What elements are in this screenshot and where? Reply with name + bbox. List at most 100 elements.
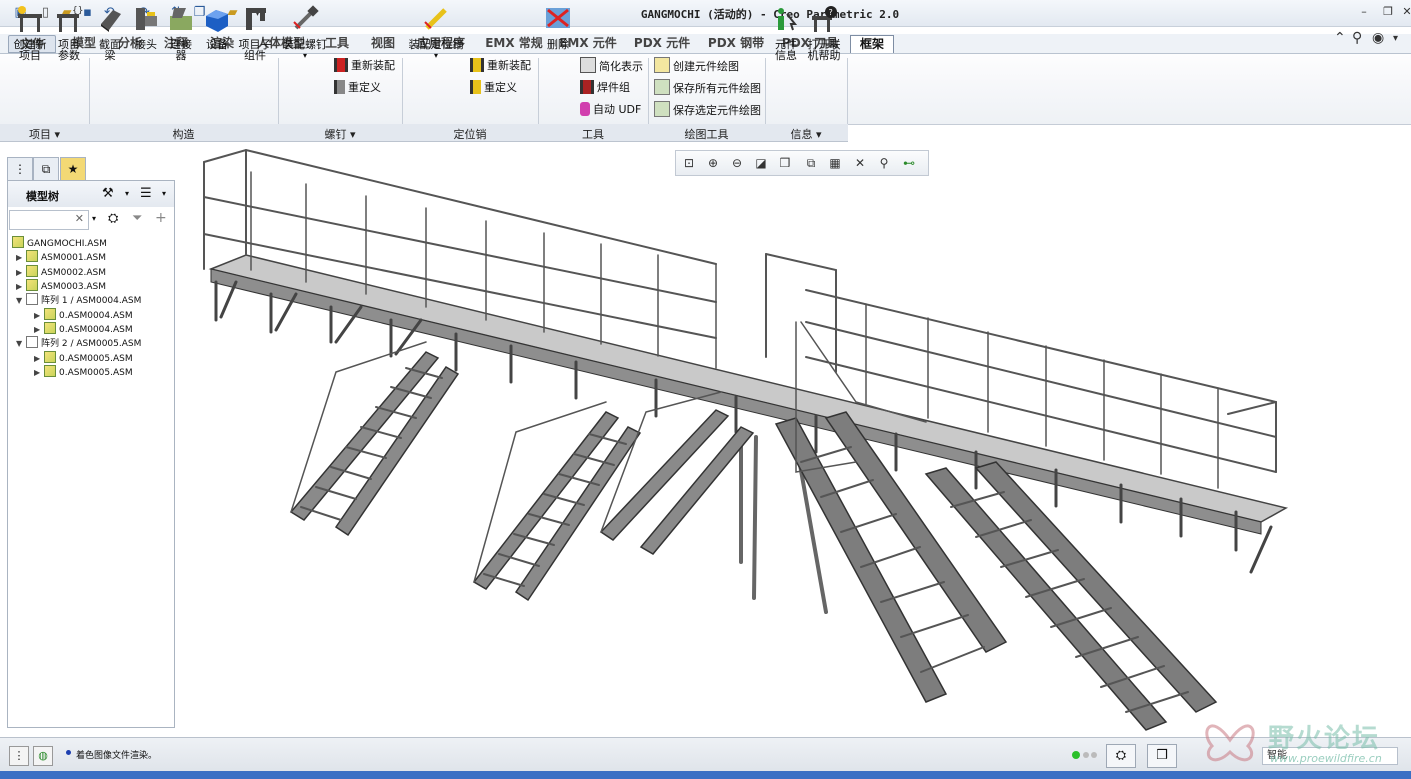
tab-pdx-component[interactable]: PDX 元件 [631,35,693,52]
tab-pdx-strip[interactable]: PDX 钢带 [705,35,767,52]
connector-button[interactable]: 连接 器 [164,4,198,61]
online-help-button[interactable]: ? 打开联 机帮助 [804,4,844,61]
settings-icon[interactable]: ⚒ [102,186,114,201]
group-screws[interactable]: 螺钉 ▾ [278,126,402,142]
assemble-screw-label: 装配螺钉 [283,38,327,51]
reassemble-screw-button[interactable]: 重新装配 [334,57,395,75]
favorites-tab-icon[interactable]: ★ [60,157,86,182]
joint-icon [136,8,157,30]
selection-box-icon[interactable]: ❒ [1147,744,1177,768]
butterfly-logo-icon [1205,724,1255,762]
assembly-icon [26,279,38,291]
auto-udf-icon [580,102,590,116]
browser-toggle-icon[interactable]: ◍ [33,746,53,766]
tree-row[interactable]: ▼ 阵列 2 / ASM0005.ASM [16,336,141,350]
steel-platform-model[interactable] [176,142,1411,736]
view-manager-icon[interactable]: ▦ [826,154,844,172]
chevron-down-icon[interactable]: ▾ [162,189,166,198]
tab-emx-general[interactable]: EMX 常规 [483,35,545,52]
auto-udf-button[interactable]: 自动 UDF [580,101,641,119]
online-help-label-2: 机帮助 [807,49,841,62]
collapse-icon[interactable]: ▼ [16,337,26,351]
show-icon[interactable]: ☰ [140,186,152,201]
equipment-button[interactable]: 设备 [202,4,232,50]
zoom-out-icon[interactable]: ⊖ [728,154,746,172]
section-beam-button[interactable]: 截面 梁 [94,4,126,61]
minimize-ribbon-icon[interactable]: ⌃ [1334,30,1346,46]
find-icon[interactable]: ⛭ [108,211,118,226]
expand-icon[interactable]: ▶ [34,352,44,366]
datum-display-icon[interactable]: ✕ [851,154,869,172]
zoom-in-icon[interactable]: ⊕ [704,154,722,172]
create-drawing-icon [654,57,670,73]
help-icon[interactable]: ◉ [1372,30,1384,46]
display-style-icon[interactable]: ❒ [776,154,794,172]
model-tree-tab-icon[interactable]: ⋮ [7,157,33,182]
chevron-down-icon[interactable]: ▾ [92,214,96,223]
collapse-icon[interactable]: ▼ [16,294,26,308]
tree-row[interactable]: ▶ 0.ASM0005.ASM [34,365,133,379]
reassemble-dowel-button[interactable]: 重新装配 [470,57,531,75]
joint-button[interactable]: 接头 [130,4,162,50]
delete-button[interactable]: 删除 [542,4,574,50]
folder-browser-tab-icon[interactable]: ⧉ [33,157,59,182]
add-icon[interactable]: + [155,210,167,226]
chevron-down-icon[interactable]: ▾ [125,189,129,198]
watermark-name: 野火论坛 [1268,724,1381,754]
find-icon[interactable]: ⛭ [1106,744,1136,768]
expand-icon[interactable]: ▶ [16,280,26,294]
item-subassembly-button[interactable]: 项目子 组件 [236,4,274,61]
save-selected-drawings-button[interactable]: 保存选定元件绘图 [654,101,761,119]
tree-row[interactable]: ▶ 0.ASM0004.ASM [34,322,133,336]
simplified-rep-button[interactable]: 简化表示 [580,57,643,75]
restore-icon[interactable]: ❐ [1381,5,1395,19]
subassembly-icon [246,8,266,30]
tree-row[interactable]: ▶ 0.ASM0004.ASM [34,308,133,322]
weld-group-icon [580,80,594,94]
repaint-icon[interactable]: ◪ [752,154,770,172]
redefine-screw-button[interactable]: 重定义 [334,79,381,97]
saved-orientations-icon[interactable]: ⧉ [802,154,820,172]
weld-group-button[interactable]: 焊件组 [580,79,630,97]
chevron-down-icon[interactable]: ▾ [406,50,466,61]
tab-frame[interactable]: 框架 [850,35,894,53]
expand-icon[interactable]: ▶ [16,251,26,265]
chevron-down-icon[interactable]: ▾ [1393,33,1398,44]
expand-icon[interactable]: ▶ [34,366,44,380]
create-drawing-button[interactable]: 创建元件绘图 [654,57,739,75]
close-icon[interactable]: ✕ [1400,5,1411,19]
redefine-dowel-button[interactable]: 重定义 [470,79,517,97]
tab-view[interactable]: 视图 [367,35,399,52]
chevron-down-icon[interactable]: ▾ [282,50,328,61]
dowel-icon [424,8,447,30]
group-info[interactable]: 信息 ▾ [765,126,847,142]
group-items[interactable]: 项目 ▾ [0,126,89,142]
component-info-button[interactable]: 元件 信息 [770,4,802,61]
expand-icon[interactable]: ▶ [34,323,44,337]
save-all-drawings-button[interactable]: 保存所有元件绘图 [654,79,761,97]
expand-icon[interactable]: ▶ [34,309,44,323]
tree-row[interactable]: GANGMOCHI.ASM [12,236,107,250]
tree-row[interactable]: ▼ 阵列 1 / ASM0004.ASM [16,293,141,307]
assemble-screw-button[interactable]: 装配螺钉 ▾ [282,4,328,61]
tree-row[interactable]: ▶ ASM0002.ASM [16,265,106,279]
status-dot-icon [1083,752,1089,758]
minimize-icon[interactable]: – [1357,5,1371,19]
navigator-toggle-icon[interactable]: ⋮ [9,746,29,766]
assembly-icon [44,308,56,320]
expand-icon[interactable]: ▶ [16,266,26,280]
create-new-item-button[interactable]: 创建新 项目 [10,4,50,61]
filter-icon[interactable]: ⏷ [132,211,142,226]
annotation-display-icon[interactable]: ⚲ [875,154,893,172]
assemble-dowel-button[interactable]: 装配定位销 ▾ [406,4,466,61]
search-icon[interactable]: ⚲ [1352,30,1362,46]
tree-row[interactable]: ▶ ASM0001.ASM [16,250,106,264]
graphics-window[interactable] [176,142,1411,736]
tree-row[interactable]: ▶ 0.ASM0005.ASM [34,351,133,365]
search-input[interactable]: ✕ [9,210,89,230]
refit-icon[interactable]: ⊡ [680,154,698,172]
tree-row[interactable]: ▶ ASM0003.ASM [16,279,106,293]
clear-icon[interactable]: ✕ [75,212,84,225]
spin-center-icon[interactable]: ⊷ [900,154,918,172]
item-params-button[interactable]: {} 项目 参数 [52,4,86,61]
